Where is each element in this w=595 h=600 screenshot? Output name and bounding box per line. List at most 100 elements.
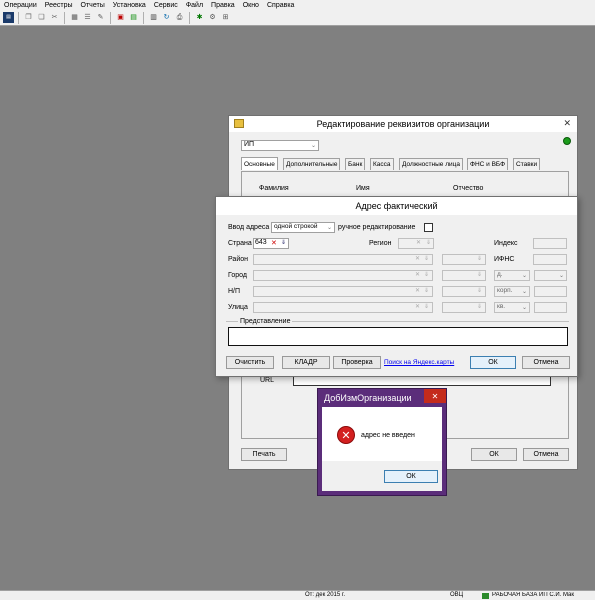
menu-help[interactable]: Справка [263, 2, 298, 9]
manual-edit-checkbox[interactable] [424, 223, 433, 232]
toolbar-separator [189, 11, 190, 24]
chevron-down-icon: ⌄ [310, 143, 316, 149]
menu-setup[interactable]: Установка [109, 2, 150, 9]
status-date: От: дек 2015 г. [305, 592, 346, 598]
building-field[interactable] [534, 286, 567, 297]
paste-icon[interactable]: ❏ [36, 12, 47, 23]
clear-icon: ✕ [416, 240, 422, 246]
url-label: URL [260, 377, 275, 384]
country-field[interactable]: 643 ✕ ⇓ [253, 238, 289, 249]
patronymic-header: Отчество [453, 185, 484, 192]
copy-icon[interactable]: ❐ [23, 12, 34, 23]
print-button[interactable]: Печать [241, 448, 287, 461]
list-icon[interactable]: ☰ [82, 12, 93, 23]
tab-main[interactable]: Основные [241, 157, 278, 170]
np-code-field[interactable]: ⇓ [442, 286, 486, 297]
region-label: Регион [369, 240, 392, 247]
refresh-icon[interactable]: ↻ [161, 12, 172, 23]
clear-icon: ✕ [414, 256, 420, 262]
representation-field[interactable] [228, 327, 568, 346]
menu-operations[interactable]: Операции [0, 2, 41, 9]
grid-icon[interactable]: ⊞ [220, 12, 231, 23]
close-icon[interactable]: ✕ [563, 118, 571, 129]
tab-additional[interactable]: Дополнительные [283, 158, 341, 170]
org-type-select[interactable]: ИП ⌄ [241, 140, 319, 151]
street-code-field[interactable]: ⇓ [442, 302, 486, 313]
input-mode-select[interactable]: одной строкой ⌄ [271, 222, 335, 233]
building-type-select[interactable]: корп. ⌄ [494, 286, 530, 297]
close-button[interactable]: ✕ [424, 389, 446, 403]
name-header: Имя [356, 185, 370, 192]
street-field[interactable]: ✕ ⇓ [253, 302, 433, 313]
index-label: Индекс [494, 240, 518, 247]
chevron-down-icon: ⌄ [558, 273, 564, 279]
np-field[interactable]: ✕ ⇓ [253, 286, 433, 297]
dropdown-icon: ⇓ [476, 256, 482, 262]
dropdown-blue-icon[interactable]: ⇓ [281, 239, 286, 246]
status-bar: От: дек 2015 г. ОВЦ РАБОЧАЯ БАЗА ИП С.И.… [0, 590, 595, 600]
district-code-field[interactable]: ⇓ [442, 254, 486, 265]
surname-header: Фамилия [259, 185, 289, 192]
menu-edit[interactable]: Правка [207, 2, 239, 9]
country-label: Страна [228, 240, 252, 247]
tab-cash[interactable]: Касса [370, 158, 394, 170]
doc-icon[interactable]: ▤ [128, 12, 139, 23]
ifns-label: ИФНС [494, 256, 515, 263]
error-ok-button[interactable]: ОК [384, 470, 438, 483]
yandex-maps-link[interactable]: Поиск на Яндекс.карты [384, 359, 454, 366]
tab-rates[interactable]: Ставки [513, 158, 541, 170]
calc-icon[interactable]: ▥ [148, 12, 159, 23]
menu-service[interactable]: Сервис [150, 2, 182, 9]
clear-icon: ✕ [414, 272, 420, 278]
check-button[interactable]: Проверка [333, 356, 381, 369]
table-icon[interactable]: ▦ [69, 12, 80, 23]
org-ok-button[interactable]: ОК [471, 448, 517, 461]
org-window-title: Редактирование реквизитов организации [316, 119, 490, 129]
toolbar-separator [64, 11, 65, 24]
apt-field[interactable] [534, 302, 567, 313]
dropdown-icon: ⇓ [476, 304, 482, 310]
status-db-icon [482, 593, 489, 599]
dropdown-icon: ⇓ [476, 288, 482, 294]
tab-fns[interactable]: ФНС и ВБФ [467, 158, 509, 170]
representation-label: Представление [238, 318, 293, 325]
gear-icon[interactable]: ✱ [194, 12, 205, 23]
org-window-titlebar: Редактирование реквизитов организации ✕ [229, 116, 577, 132]
city-label: Город [228, 272, 247, 279]
app-icon[interactable]: ▤ [3, 12, 14, 23]
menu-registers[interactable]: Реестры [41, 2, 77, 9]
menu-file[interactable]: Файл [182, 2, 207, 9]
address-cancel-button[interactable]: Отмена [522, 356, 570, 369]
folder-icon [234, 119, 244, 128]
toolbar-separator [18, 11, 19, 24]
kladr-button[interactable]: КЛАДР [282, 356, 330, 369]
house-type-value: д. [497, 271, 503, 278]
org-cancel-button[interactable]: Отмена [523, 448, 569, 461]
clear-button[interactable]: Очистить [226, 356, 274, 369]
ifns-field[interactable] [533, 254, 567, 265]
house-field[interactable]: ⌄ [534, 270, 567, 281]
calendar-icon[interactable]: ▣ [115, 12, 126, 23]
index-field[interactable] [533, 238, 567, 249]
region-field[interactable]: ✕ ⇓ [398, 238, 434, 249]
print-icon[interactable]: ⎙ [174, 12, 185, 23]
menu-reports[interactable]: Отчеты [77, 2, 109, 9]
menu-window[interactable]: Окно [239, 2, 263, 9]
org-tabs: Основные Дополнительные Банк Касса Должн… [241, 157, 571, 171]
tab-bank[interactable]: Банк [345, 158, 366, 170]
address-window-title: Адрес фактический [355, 201, 438, 211]
edit-icon[interactable]: ✎ [95, 12, 106, 23]
tab-officials[interactable]: Должностные лица [399, 158, 463, 170]
dropdown-icon: ⇓ [423, 304, 429, 310]
city-field[interactable]: ✕ ⇓ [253, 270, 433, 281]
city-code-field[interactable]: ⇓ [442, 270, 486, 281]
clear-red-icon[interactable]: ✕ [271, 239, 277, 247]
settings-icon[interactable]: ⚙ [207, 12, 218, 23]
error-dialog-body: ✕ адрес не введен [322, 407, 442, 461]
district-field[interactable]: ✕ ⇓ [253, 254, 433, 265]
address-window-titlebar: Адрес фактический [216, 197, 577, 215]
apt-type-select[interactable]: кв. ⌄ [494, 302, 530, 313]
house-type-select[interactable]: д. ⌄ [494, 270, 530, 281]
cut-icon[interactable]: ✂ [49, 12, 60, 23]
address-ok-button[interactable]: ОК [470, 356, 516, 369]
